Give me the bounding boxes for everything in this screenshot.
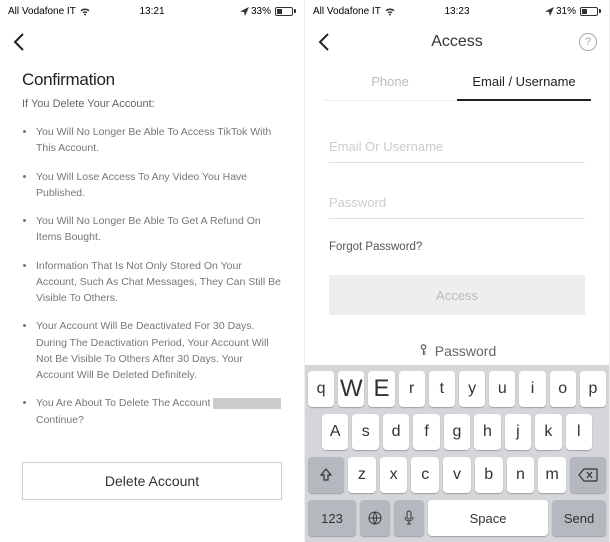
back-button[interactable]	[317, 32, 331, 52]
key-u[interactable]: u	[489, 371, 515, 407]
key-g[interactable]: g	[444, 414, 470, 450]
key-s[interactable]: s	[352, 414, 378, 450]
key-icon	[418, 344, 429, 358]
numeric-key[interactable]: 123	[308, 500, 356, 536]
location-icon	[240, 7, 249, 16]
status-bar: All Vodafone IT 13:21 33%	[0, 0, 304, 22]
globe-key[interactable]	[360, 500, 390, 536]
key-t[interactable]: t	[429, 371, 455, 407]
battery-icon	[273, 7, 296, 16]
key-a[interactable]: A	[322, 414, 348, 450]
list-item: You Will Lose Access To Any Video You Ha…	[36, 169, 282, 202]
access-button[interactable]: Access	[329, 275, 585, 315]
key-c[interactable]: c	[411, 457, 439, 493]
list-item: You Will No Longer Be Able To Get A Refu…	[36, 213, 282, 246]
bullet-list: You Will No Longer Be Able To Access Tik…	[22, 124, 282, 428]
key-h[interactable]: h	[474, 414, 500, 450]
key-q[interactable]: q	[308, 371, 334, 407]
access-pane: All Vodafone IT 13:23 31% Access ? Phone…	[305, 0, 610, 542]
email-field[interactable]	[329, 129, 585, 163]
subtitle: If You Delete Your Account:	[22, 98, 282, 110]
back-button[interactable]	[12, 32, 26, 52]
list-item: You Will No Longer Be Able To Access Tik…	[36, 124, 282, 157]
space-key[interactable]: Space	[428, 500, 548, 536]
backspace-key[interactable]	[570, 457, 606, 493]
password-hint: Password	[305, 337, 609, 365]
key-w[interactable]: W	[338, 371, 364, 407]
confirmation-content: Confirmation If You Delete Your Account:…	[0, 62, 304, 448]
help-button[interactable]: ?	[579, 33, 597, 51]
key-m[interactable]: m	[538, 457, 566, 493]
tab-email[interactable]: Email / Username	[457, 62, 591, 101]
key-p[interactable]: p	[580, 371, 606, 407]
keyboard: Password q W E r t y u i o p A s d f g h…	[305, 337, 609, 542]
key-j[interactable]: j	[505, 414, 531, 450]
battery-pct: 33%	[251, 6, 271, 17]
key-i[interactable]: i	[519, 371, 545, 407]
wifi-icon	[79, 7, 91, 16]
shift-key[interactable]	[308, 457, 344, 493]
page-title: Confirmation	[22, 70, 282, 90]
carrier-label: All Vodafone IT	[313, 6, 381, 17]
key-l[interactable]: l	[566, 414, 592, 450]
confirmation-pane: All Vodafone IT 13:21 33% Confirmation I…	[0, 0, 305, 542]
key-v[interactable]: v	[443, 457, 471, 493]
nav-bar: Access ?	[305, 22, 609, 62]
login-form: Forgot Password? Access	[305, 101, 609, 315]
clock: 13:23	[444, 6, 469, 17]
battery-icon	[578, 7, 601, 16]
redacted-name	[213, 398, 281, 409]
list-item: Information That Is Not Only Stored On Y…	[36, 258, 282, 307]
list-item: You Are About To Delete The Account Cont…	[36, 395, 282, 428]
key-o[interactable]: o	[550, 371, 576, 407]
mic-key[interactable]	[394, 500, 424, 536]
location-icon	[545, 7, 554, 16]
key-r[interactable]: r	[399, 371, 425, 407]
forgot-password-link[interactable]: Forgot Password?	[329, 241, 585, 253]
tab-phone[interactable]: Phone	[323, 62, 457, 100]
battery-pct: 31%	[556, 6, 576, 17]
carrier-label: All Vodafone IT	[8, 6, 76, 17]
nav-bar	[0, 22, 304, 62]
key-b[interactable]: b	[475, 457, 503, 493]
clock: 13:21	[139, 6, 164, 17]
key-f[interactable]: f	[413, 414, 439, 450]
password-field[interactable]	[329, 185, 585, 219]
key-d[interactable]: d	[383, 414, 409, 450]
list-item: Your Account Will Be Deactivated For 30 …	[36, 318, 282, 383]
key-n[interactable]: n	[507, 457, 535, 493]
wifi-icon	[384, 7, 396, 16]
key-z[interactable]: z	[348, 457, 376, 493]
key-k[interactable]: k	[535, 414, 561, 450]
tabs: Phone Email / Username	[323, 62, 591, 101]
key-y[interactable]: y	[459, 371, 485, 407]
key-x[interactable]: x	[380, 457, 408, 493]
delete-account-button[interactable]: Delete Account	[22, 462, 282, 500]
key-e[interactable]: E	[368, 371, 394, 407]
status-bar: All Vodafone IT 13:23 31%	[305, 0, 609, 22]
nav-title: Access	[431, 33, 483, 51]
send-key[interactable]: Send	[552, 500, 606, 536]
